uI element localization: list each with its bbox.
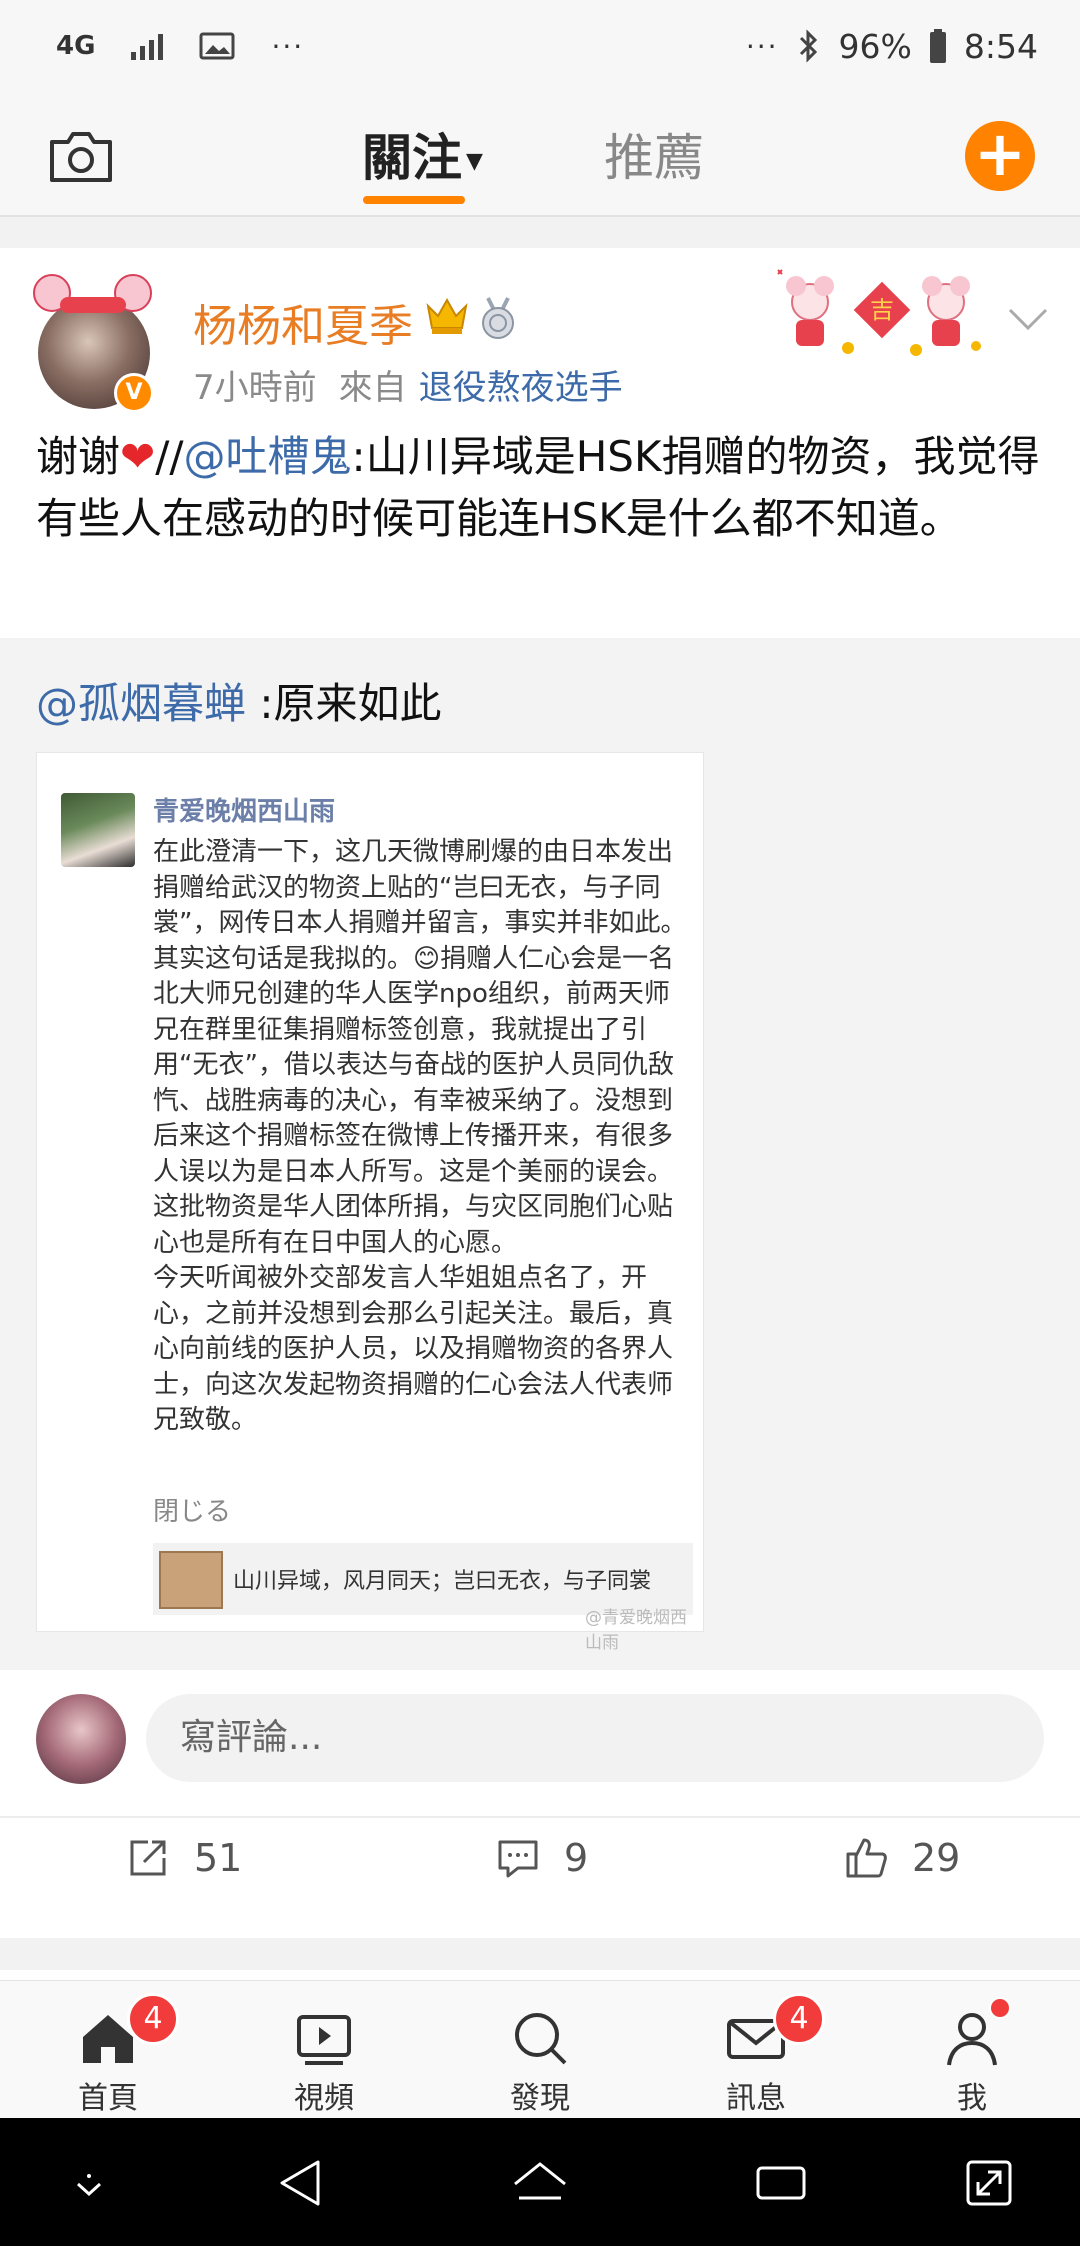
comment-count: 9 — [564, 1836, 589, 1880]
more-status: ··· — [745, 29, 779, 63]
screenshot-text: 在此澄清一下，这几天微博刷爆的由日本发出捐赠给武汉的物资上贴的“岂曰无衣，与子同… — [153, 837, 687, 1435]
repost-count: 51 — [194, 1836, 243, 1880]
crown-icon — [426, 297, 468, 334]
post-text-prefix: 谢谢 — [36, 432, 121, 481]
hide-keyboard-icon[interactable] — [60, 2154, 118, 2212]
status-bar: 4G ··· ··· 96% 8:54 — [0, 0, 1080, 92]
tab-messages-label: 訊息 — [726, 2081, 786, 2116]
screenshot-link-text: 山川异域，风月同天；岂曰无衣，与子同裳 — [233, 1569, 652, 1594]
retweeted-post[interactable]: @孤烟暮蝉 :原来如此 青爱晚烟西山雨 在此澄清一下，这几天微博刷爆的由日本发出… — [0, 638, 1080, 1670]
like-icon — [846, 1838, 887, 1878]
me-notification-dot — [989, 1997, 1011, 2019]
repost-icon — [130, 1840, 166, 1876]
caret-down-icon: ▼ — [466, 149, 483, 174]
back-icon[interactable] — [272, 2154, 330, 2212]
comment-input[interactable]: 寫評論... — [146, 1694, 1044, 1782]
camera-icon[interactable] — [46, 120, 116, 190]
post-source[interactable]: 退役熬夜选手 — [419, 368, 623, 408]
repost-separator: // — [155, 432, 184, 481]
post-time: 7小時前 — [193, 368, 317, 408]
comment-icon — [498, 1840, 538, 1878]
tab-video[interactable]: 視頻 — [249, 1981, 399, 2119]
mention-link[interactable]: @吐槽鬼 — [184, 432, 352, 481]
author-name[interactable]: 杨杨和夏季 — [193, 290, 413, 354]
recents-icon[interactable] — [752, 2154, 810, 2212]
comment-row: 寫評論... — [0, 1688, 1080, 1818]
clock: 8:54 — [963, 26, 1038, 66]
image-icon — [199, 32, 235, 60]
battery-icon — [929, 29, 946, 63]
bluetooth-icon — [799, 29, 817, 63]
post-card: V 杨杨和夏季 7小時前 來自 退役熬夜选手 吉 谢谢❤//@吐槽鬼:山川异域是HS… — [0, 248, 1080, 1938]
comment-button[interactable]: 9 — [494, 1834, 588, 1882]
attached-image[interactable]: 青爱晚烟西山雨 在此澄清一下，这几天微博刷爆的由日本发出捐赠给武汉的物资上贴的“… — [36, 752, 704, 1653]
rotate-screen-icon[interactable] — [960, 2154, 1018, 2212]
add-icon[interactable]: + — [965, 121, 1035, 191]
my-avatar — [36, 1694, 126, 1784]
box-thumbnail — [159, 1551, 223, 1609]
tab-discover-label: 發現 — [510, 2081, 570, 2116]
image-watermark: @青爱晚烟西山雨 — [585, 1608, 687, 1653]
screenshot-close-label: 閉じる — [153, 1497, 232, 1527]
active-tab-indicator — [363, 196, 465, 204]
svg-text:吉: 吉 — [870, 296, 894, 324]
new-year-rat-decoration: 吉 — [777, 269, 981, 356]
top-navigation: 關注 ▼ 推薦 + — [0, 92, 1080, 217]
search-icon — [515, 2013, 567, 2065]
home-nav-icon[interactable] — [511, 2154, 569, 2212]
tab-video-label: 視頻 — [294, 2081, 354, 2116]
tab-home-label: 首頁 — [78, 2081, 138, 2116]
screenshot-username: 青爱晚烟西山雨 — [153, 797, 336, 827]
bottom-tab-bar: 首頁 4 視頻 發現 訊息 4 我 — [0, 1980, 1080, 2118]
medal-icon — [482, 297, 514, 339]
like-count: 29 — [912, 1836, 961, 1880]
post-content: 谢谢❤//@吐槽鬼:山川异域是HSK捐赠的物资，我觉得有些人在感动的时候可能连H… — [36, 426, 1046, 550]
video-icon — [297, 2015, 351, 2065]
tab-me-label: 我 — [957, 2081, 987, 2116]
signal-icon — [131, 32, 164, 60]
repost-button[interactable]: 51 — [124, 1834, 242, 1882]
battery-level: 96% — [838, 26, 912, 66]
verified-badge: V — [114, 373, 154, 413]
retweet-text-body: :原来如此 — [246, 679, 442, 728]
retweet-text: @孤烟暮蝉 :原来如此 — [36, 670, 442, 731]
mouse-ears-decoration — [33, 274, 152, 313]
post-meta: 7小時前 來自 退役熬夜选手 — [193, 360, 623, 409]
more-notifications: ··· — [271, 29, 305, 63]
like-button[interactable]: 29 — [842, 1834, 960, 1882]
screenshot-avatar — [61, 793, 135, 867]
system-navigation-bar — [0, 2118, 1080, 2246]
network-indicator: 4G — [56, 31, 96, 61]
messages-badge: 4 — [773, 1993, 825, 2045]
post-actions: 51 9 29 — [0, 1834, 1080, 1924]
tab-messages[interactable]: 訊息 4 — [681, 1981, 831, 2119]
tab-recommend[interactable]: 推薦 — [604, 118, 704, 190]
heart-emoji: ❤ — [120, 432, 156, 481]
tab-follow[interactable]: 關注 ▼ — [362, 118, 483, 190]
retweet-mention[interactable]: @孤烟暮蝉 — [36, 679, 246, 728]
chevron-down-icon[interactable] — [1006, 306, 1050, 332]
author-avatar[interactable]: V — [30, 273, 155, 413]
tab-me[interactable]: 我 — [897, 1981, 1047, 2119]
tab-follow-label: 關注 — [362, 129, 462, 187]
tab-discover[interactable]: 發現 — [465, 1981, 615, 2119]
from-label: 來自 — [338, 368, 407, 408]
home-badge: 4 — [127, 1993, 179, 2045]
tab-home[interactable]: 首頁 4 — [33, 1981, 183, 2119]
